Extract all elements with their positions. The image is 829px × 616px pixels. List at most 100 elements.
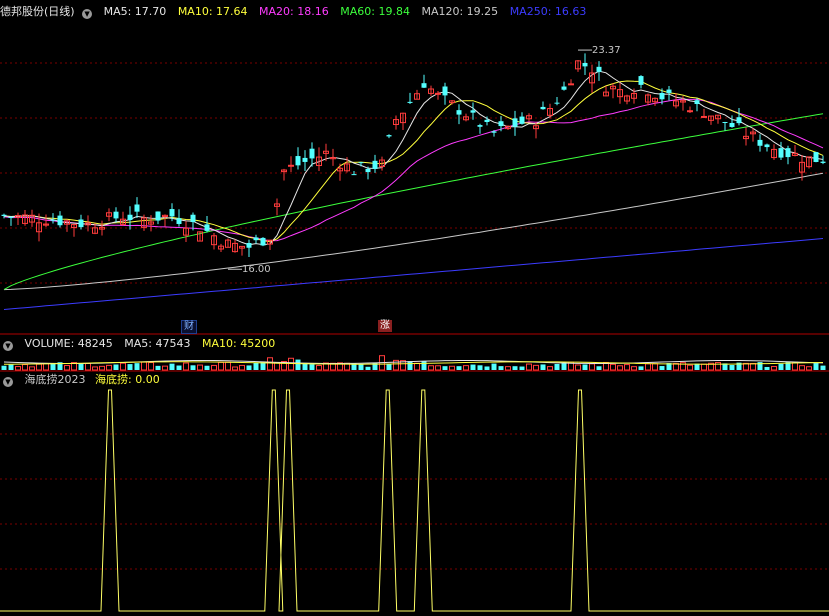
volume-bar: [764, 366, 770, 370]
candle-body: [386, 135, 392, 137]
volume-bar: [533, 364, 539, 371]
candle-body: [1, 214, 7, 216]
candle-body: [456, 110, 462, 115]
volume-bar: [190, 365, 196, 370]
volume-bar: [162, 365, 168, 371]
low-label: 16.00: [242, 264, 271, 275]
candle-body: [127, 214, 133, 221]
volume-bar: [99, 365, 105, 371]
volume-bars: [1, 355, 826, 371]
volume-ma5-label: MA5: 47543: [124, 337, 191, 350]
volume-bar: [365, 366, 371, 370]
candle-body: [659, 92, 665, 100]
volume-bar: [106, 364, 112, 371]
candle-body: [155, 211, 161, 221]
volume-bar: [1, 365, 7, 370]
volume-legend: ▼ VOLUME: 48245 MA5: 47543 MA10: 45200: [0, 336, 283, 352]
volume-bar: [526, 363, 532, 371]
ma10-label: MA10: 17.64: [177, 5, 248, 18]
volume-bar: [771, 366, 777, 371]
candle-body: [57, 215, 63, 226]
ma5-label: MA5: 17.70: [103, 5, 167, 18]
candle-body: [477, 125, 483, 127]
volume-bar: [463, 365, 469, 371]
volume-bar: [582, 364, 588, 370]
indicator-grid: [0, 433, 829, 570]
candle-body: [519, 116, 525, 124]
volume-label: VOLUME: 48245: [24, 337, 113, 350]
candle-body: [491, 131, 497, 133]
volume-bar: [554, 363, 560, 370]
indicator-name[interactable]: 海底捞2023: [25, 373, 86, 386]
candle-body: [253, 237, 259, 241]
candle-body: [421, 83, 427, 88]
volume-bar: [78, 363, 84, 370]
ma60-line: [3, 113, 824, 291]
price-chart: 23.37 16.00: [0, 45, 829, 612]
candle-body: [176, 218, 182, 224]
volume-bar: [442, 366, 448, 370]
candle-body: [484, 119, 490, 123]
candle-body: [582, 62, 588, 67]
volume-bar: [589, 363, 595, 371]
volume-bar: [547, 366, 553, 371]
ma60-label: MA60: 19.84: [340, 5, 410, 18]
volume-bar: [239, 364, 245, 371]
volume-bar: [386, 363, 392, 370]
volume-bar: [358, 364, 364, 370]
volume-bar: [421, 361, 427, 370]
dropdown-icon[interactable]: ▼: [82, 9, 93, 19]
volume-bar: [505, 366, 511, 371]
volume-bar: [127, 364, 133, 370]
candle-body: [295, 156, 301, 166]
volume-bar: [22, 364, 28, 371]
candle-body: [309, 148, 315, 159]
volume-bar: [645, 363, 651, 371]
dropdown-icon[interactable]: ▼: [3, 377, 13, 387]
volume-bar: [477, 365, 483, 370]
candle-body: [666, 89, 672, 93]
candle-body: [190, 214, 196, 223]
stock-title[interactable]: 德邦股份(日线): [0, 5, 75, 18]
candle-body: [778, 148, 784, 158]
volume-bar: [624, 364, 630, 371]
volume-bar: [225, 361, 231, 371]
main-legend: 德邦股份(日线) ▼ MA5: 17.70 MA10: 17.64 MA20: …: [0, 4, 594, 20]
volume-bar: [155, 365, 161, 370]
ma5-path: [3, 70, 824, 246]
candle-body: [288, 164, 294, 167]
volume-bar: [288, 357, 294, 371]
finance-tag[interactable]: 财: [181, 320, 197, 334]
volume-bar: [134, 363, 140, 370]
candle-body: [596, 66, 602, 72]
ma250-label: MA250: 16.63: [509, 5, 587, 18]
volume-bar: [701, 363, 707, 371]
volume-bar: [197, 364, 203, 371]
volume-bar: [750, 362, 756, 371]
volume-bar: [414, 362, 420, 371]
indicator-value: 海底捞: 0.00: [95, 373, 160, 386]
candle-body: [113, 211, 119, 219]
candle-body: [638, 76, 644, 85]
candle-body: [722, 121, 728, 123]
volume-bar: [309, 364, 315, 370]
volume-bar: [484, 366, 490, 370]
volume-bar: [806, 366, 812, 371]
candle-body: [435, 92, 441, 95]
rise-tag[interactable]: 涨: [378, 320, 392, 332]
volume-bar: [449, 365, 455, 371]
volume-bar: [512, 366, 518, 370]
candle-body: [407, 101, 413, 103]
volume-bar: [8, 364, 14, 370]
ma5-line: [3, 70, 824, 246]
candle-body: [78, 219, 84, 228]
ma120-line: [3, 172, 824, 291]
volume-bar: [295, 359, 301, 370]
volume-bar: [169, 363, 175, 370]
volume-bar: [120, 362, 126, 371]
volume-bar: [435, 365, 441, 371]
volume-bar: [610, 363, 616, 371]
ma250-line: [3, 238, 824, 310]
candle-body: [169, 209, 175, 217]
dropdown-icon[interactable]: ▼: [3, 341, 13, 351]
